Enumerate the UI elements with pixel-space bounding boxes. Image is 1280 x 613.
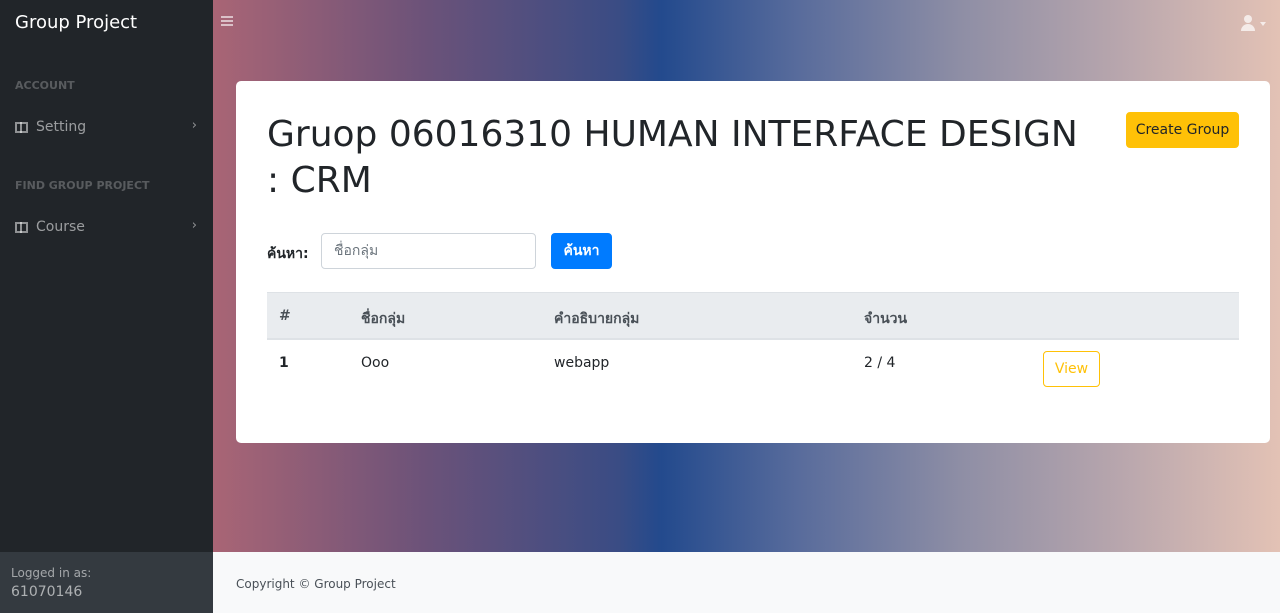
sidebar-item-setting[interactable]: Setting › — [0, 114, 213, 144]
row-group-name: Ooo — [361, 355, 390, 371]
sidebar-heading-account: ACCOUNT — [15, 79, 75, 92]
chevron-right-icon: › — [191, 218, 197, 233]
user-menu[interactable] — [1240, 14, 1272, 34]
sidebar-item-label: Setting — [36, 119, 87, 135]
sidebar-item-course[interactable]: Course › — [0, 214, 213, 244]
bars-icon[interactable] — [221, 16, 233, 28]
columns-icon — [15, 122, 28, 133]
row-number: 1 — [279, 355, 289, 371]
sidebar: Group Project ACCOUNT Setting › FIND GRO… — [0, 0, 213, 613]
columns-icon — [15, 222, 28, 233]
row-member-count: 2 / 4 — [864, 355, 896, 371]
search-label: ค้นหา: — [267, 246, 309, 262]
sidebar-footer: Logged in as: 61070146 — [0, 552, 213, 613]
page-footer: Copyright © Group Project — [213, 552, 1280, 613]
caret-down-icon — [1260, 22, 1266, 26]
row-description: webapp — [554, 355, 610, 371]
column-header-description: คำอธิบายกลุ่ม — [554, 311, 640, 327]
chevron-right-icon: › — [191, 118, 197, 133]
view-button[interactable]: View — [1043, 351, 1100, 387]
column-header-name: ชื่อกลุ่ม — [361, 311, 406, 327]
copyright-text: Copyright © Group Project — [236, 577, 396, 591]
table-row: 1 Ooo webapp 2 / 4 View — [267, 340, 1239, 388]
sidebar-item-label: Course — [36, 219, 85, 235]
logged-in-label: Logged in as: — [11, 566, 92, 580]
table-header: # ชื่อกลุ่ม คำอธิบายกลุ่ม จำนวน — [267, 292, 1239, 340]
page-title: Gruop 06016310 HUMAN INTERFACE DESIGN : … — [267, 114, 1078, 201]
user-icon — [1244, 15, 1252, 23]
search-button[interactable]: ค้นหา — [551, 233, 612, 269]
column-header-num: # — [279, 308, 291, 324]
search-input[interactable] — [321, 233, 536, 269]
create-group-button[interactable]: Create Group — [1126, 112, 1239, 148]
logged-in-user: 61070146 — [11, 584, 83, 600]
sidebar-heading-find-group: FIND GROUP PROJECT — [15, 179, 150, 192]
column-header-count: จำนวน — [864, 311, 908, 327]
brand-title[interactable]: Group Project — [15, 12, 137, 33]
